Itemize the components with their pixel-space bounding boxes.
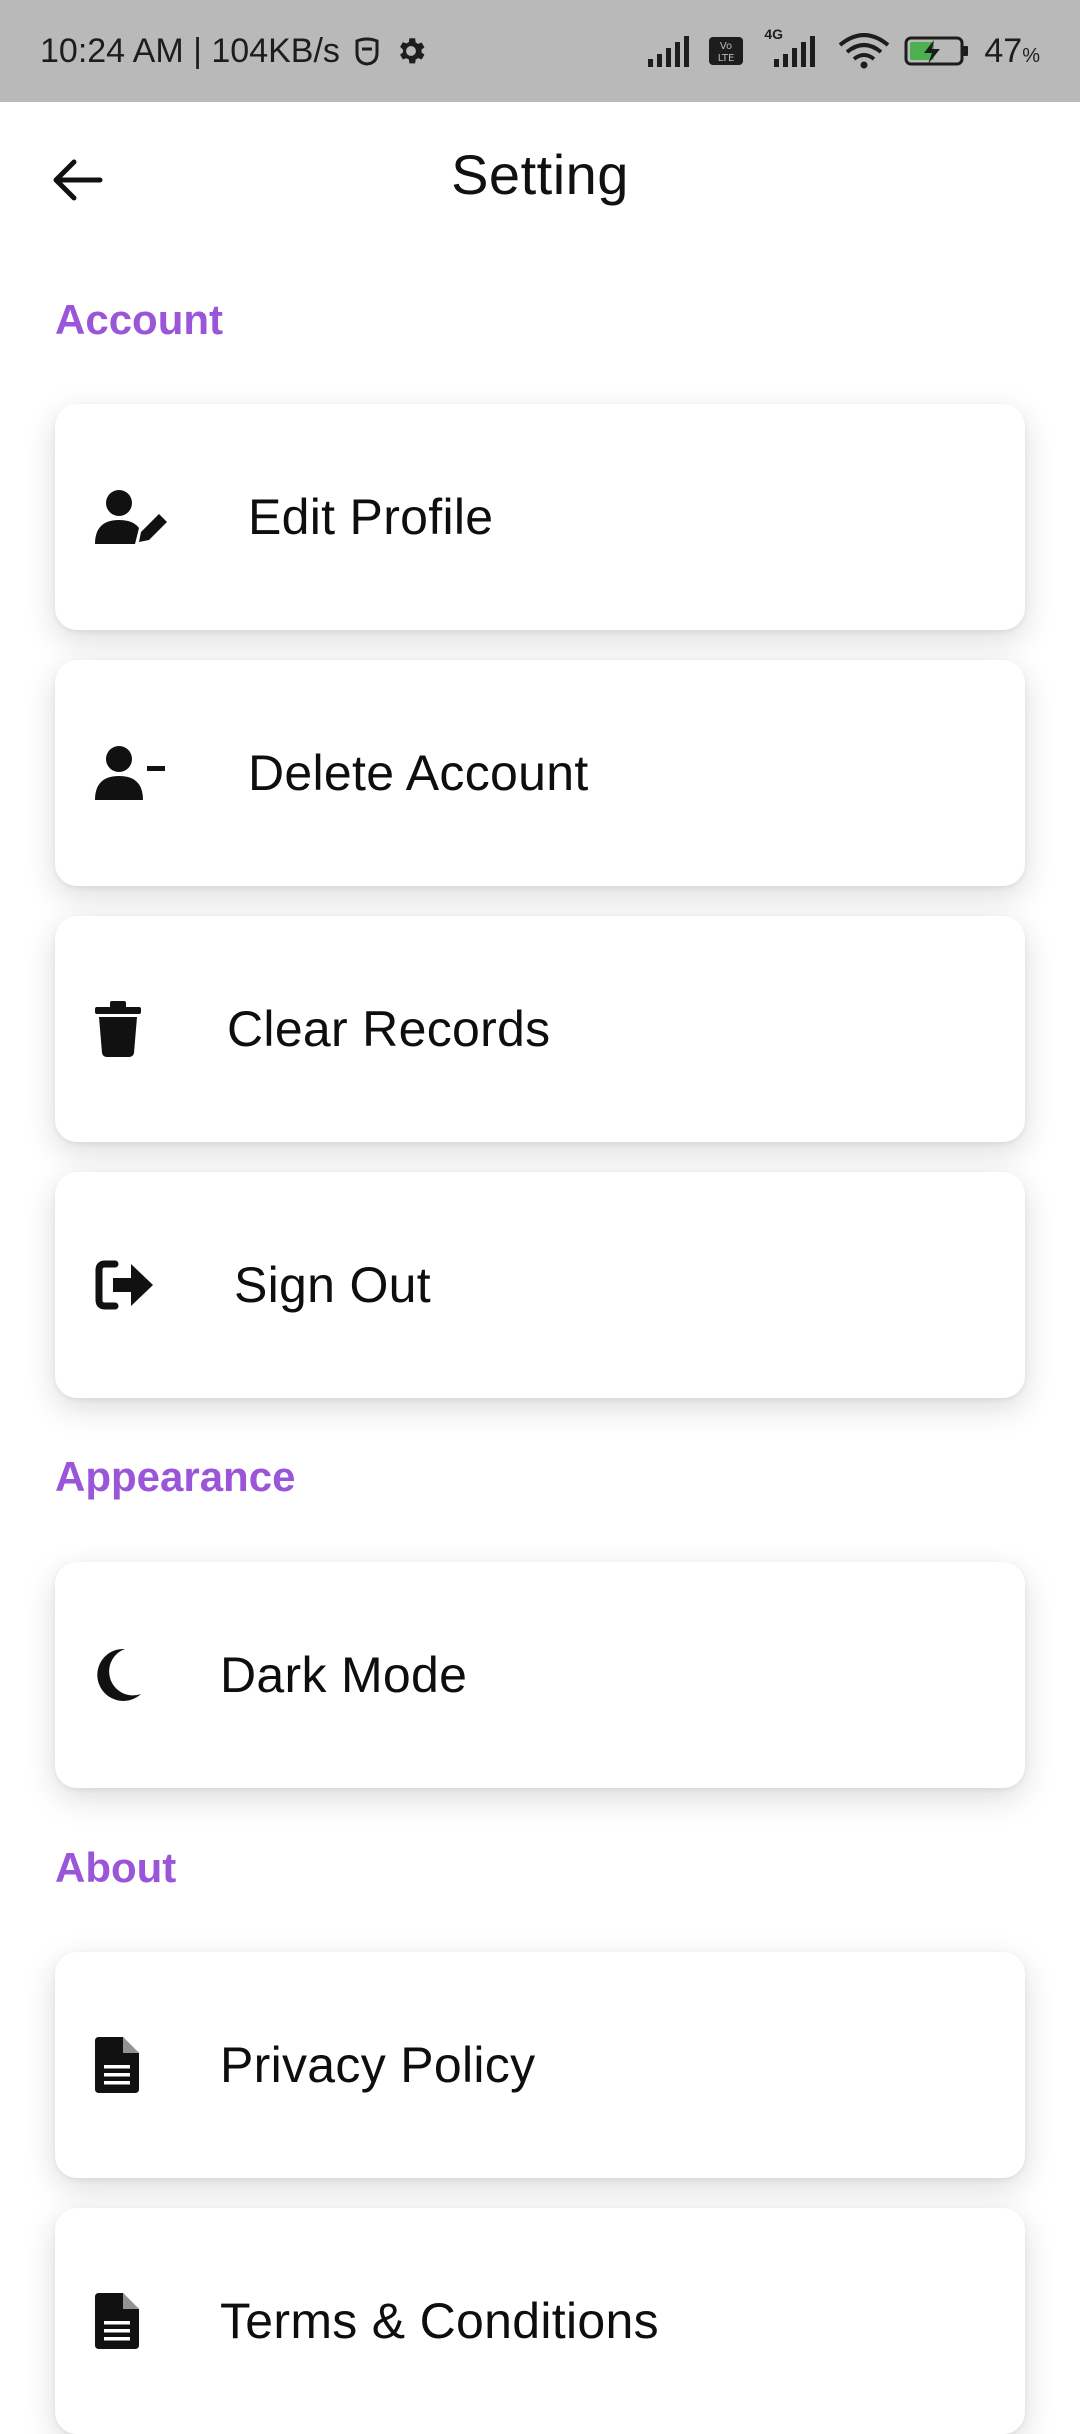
- settings-item-label: Terms & Conditions: [220, 2293, 659, 2349]
- document-icon: [95, 2283, 171, 2359]
- trash-icon: [95, 991, 171, 1067]
- svg-text:LTE: LTE: [718, 53, 735, 64]
- status-bar: 10:24 AM | 104KB/s Vo LTE 4G 47%: [0, 0, 1080, 102]
- settings-item-sign-out[interactable]: Sign Out: [55, 1172, 1025, 1398]
- settings-item-label: Clear Records: [227, 1001, 551, 1057]
- settings-item-edit-profile[interactable]: Edit Profile: [55, 404, 1025, 630]
- status-time-speed: 10:24 AM | 104KB/s: [40, 31, 340, 70]
- svg-text:Vo: Vo: [720, 41, 732, 52]
- sign-out-icon: [95, 1247, 171, 1323]
- moon-icon: [95, 1637, 171, 1713]
- signal-4g-icon: 4G: [758, 27, 824, 67]
- status-left: 10:24 AM | 104KB/s: [40, 32, 428, 71]
- settings-item-label: Edit Profile: [248, 489, 494, 545]
- app-bar: Setting: [0, 102, 1080, 252]
- signal-icon: [648, 35, 694, 67]
- user-minus-icon: [95, 735, 171, 811]
- settings-item-delete-account[interactable]: Delete Account: [55, 660, 1025, 886]
- settings-item-dark-mode[interactable]: Dark Mode: [55, 1562, 1025, 1788]
- mask-icon: [354, 35, 380, 67]
- settings-item-label: Delete Account: [248, 745, 589, 801]
- section-title-about: About: [55, 1844, 177, 1891]
- section-title-appearance: Appearance: [55, 1453, 296, 1500]
- document-icon: [95, 2027, 171, 2103]
- section-title-account: Account: [55, 296, 223, 343]
- gear-icon: [394, 34, 428, 68]
- settings-item-label: Sign Out: [234, 1257, 431, 1313]
- settings-item-clear-records[interactable]: Clear Records: [55, 916, 1025, 1142]
- volte-icon: Vo LTE: [708, 35, 744, 67]
- wifi-icon: [838, 33, 890, 69]
- user-edit-icon: [95, 479, 171, 555]
- settings-item-terms-conditions[interactable]: Terms & Conditions: [55, 2208, 1025, 2434]
- settings-item-label: Privacy Policy: [220, 2037, 536, 2093]
- page-title: Setting: [451, 143, 629, 206]
- status-right: Vo LTE 4G 47%: [648, 27, 1040, 71]
- battery-percentage: 47%: [984, 31, 1040, 70]
- settings-item-label: Dark Mode: [220, 1647, 468, 1703]
- battery-charging-icon: [904, 34, 970, 68]
- settings-item-privacy-policy[interactable]: Privacy Policy: [55, 1952, 1025, 2178]
